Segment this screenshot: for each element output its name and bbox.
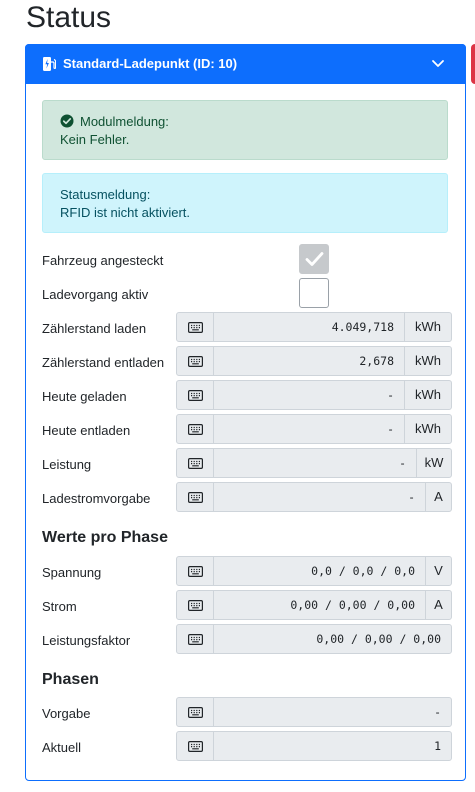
keyboard-button[interactable] (176, 346, 214, 376)
phases-actual-label: Aktuell (42, 740, 82, 755)
keyboard-button[interactable] (176, 482, 214, 512)
vehicle-plugged-checkbox[interactable] (299, 244, 329, 274)
keyboard-button[interactable] (176, 590, 214, 620)
voltage-value: 0,0 / 0,0 / 0,0 (213, 556, 426, 586)
meter-discharge-group: 2,678 kWh (176, 346, 452, 376)
phases-target-value: - (213, 697, 452, 727)
today-charged-group: - kWh (176, 380, 452, 410)
status-message-alert: Statusmeldung: RFID ist nicht aktiviert. (42, 173, 448, 233)
meter-discharge-label: Zählerstand entladen (42, 355, 165, 370)
power-factor-group: 0,00 / 0,00 / 0,00 (176, 624, 452, 654)
meter-charge-unit: kWh (404, 312, 452, 342)
keyboard-icon (188, 458, 203, 469)
checkmark-icon (305, 252, 324, 266)
keyboard-icon (188, 600, 203, 611)
today-discharged-group: - kWh (176, 414, 452, 444)
power-unit: kW (416, 448, 452, 478)
module-message-title: Modulmeldung: (80, 114, 169, 129)
today-charged-value: - (213, 380, 405, 410)
keyboard-icon (188, 322, 203, 333)
current-group: 0,00 / 0,00 / 0,00 A (176, 590, 452, 620)
charging-active-checkbox[interactable] (299, 278, 329, 308)
page-title: Status (26, 1, 112, 34)
voltage-group: 0,0 / 0,0 / 0,0 V (176, 556, 452, 586)
today-discharged-unit: kWh (404, 414, 452, 444)
meter-charge-label: Zählerstand laden (42, 321, 147, 336)
keyboard-button[interactable] (176, 731, 214, 761)
keyboard-button[interactable] (176, 448, 214, 478)
keyboard-button[interactable] (176, 312, 214, 342)
power-group: - kW (176, 448, 452, 478)
module-message-alert: Modulmeldung: Kein Fehler. (42, 100, 448, 160)
keyboard-icon (188, 424, 203, 435)
phases-section-title: Phasen (42, 671, 99, 688)
today-charged-label: Heute geladen (42, 389, 127, 404)
current-setpoint-group: - A (176, 482, 452, 512)
chargepoint-card: Standard-Ladepunkt (ID: 10) Modulmeldung… (25, 44, 466, 781)
keyboard-icon (188, 356, 203, 367)
meter-discharge-value: 2,678 (213, 346, 405, 376)
current-setpoint-unit: A (425, 482, 452, 512)
meter-charge-value: 4.049,718 (213, 312, 405, 342)
chevron-down-icon[interactable] (431, 58, 445, 70)
keyboard-icon (188, 492, 203, 503)
status-message-title: Statusmeldung: (60, 187, 151, 202)
per-phase-section-title: Werte pro Phase (42, 529, 168, 546)
status-message-text: RFID ist nicht aktiviert. (60, 205, 191, 220)
power-value: - (213, 448, 417, 478)
card-header-title: Standard-Ladepunkt (ID: 10) (63, 56, 238, 71)
card-header[interactable]: Standard-Ladepunkt (ID: 10) (25, 44, 466, 84)
power-factor-label: Leistungsfaktor (42, 633, 131, 648)
keyboard-icon (188, 390, 203, 401)
keyboard-icon (188, 741, 203, 752)
current-value: 0,00 / 0,00 / 0,00 (213, 590, 426, 620)
today-discharged-value: - (213, 414, 405, 444)
meter-discharge-unit: kWh (404, 346, 452, 376)
voltage-label: Spannung (42, 565, 102, 580)
current-setpoint-label: Ladestromvorgabe (42, 491, 151, 506)
phases-target-label: Vorgabe (42, 706, 91, 721)
phases-target-group: - (176, 697, 452, 727)
keyboard-button[interactable] (176, 624, 214, 654)
meter-charge-group: 4.049,718 kWh (176, 312, 452, 342)
today-charged-unit: kWh (404, 380, 452, 410)
keyboard-icon (188, 566, 203, 577)
current-label: Strom (42, 599, 77, 614)
vehicle-plugged-label: Fahrzeug angesteckt (42, 253, 164, 268)
current-setpoint-value: - (213, 482, 426, 512)
power-label: Leistung (42, 457, 92, 472)
today-discharged-label: Heute entladen (42, 423, 131, 438)
keyboard-button[interactable] (176, 380, 214, 410)
keyboard-button[interactable] (176, 697, 214, 727)
side-tab-edge[interactable] (471, 44, 475, 84)
charging-active-label: Ladevorgang aktiv (42, 287, 149, 302)
charging-station-icon (43, 57, 56, 71)
module-message-text: Kein Fehler. (60, 132, 130, 147)
keyboard-button[interactable] (176, 556, 214, 586)
voltage-unit: V (425, 556, 452, 586)
power-factor-value: 0,00 / 0,00 / 0,00 (213, 624, 452, 654)
phases-actual-group: 1 (176, 731, 452, 761)
keyboard-button[interactable] (176, 414, 214, 444)
current-unit: A (425, 590, 452, 620)
keyboard-icon (188, 634, 203, 645)
keyboard-icon (188, 707, 203, 718)
check-circle-icon (60, 114, 74, 128)
phases-actual-value: 1 (213, 731, 452, 761)
